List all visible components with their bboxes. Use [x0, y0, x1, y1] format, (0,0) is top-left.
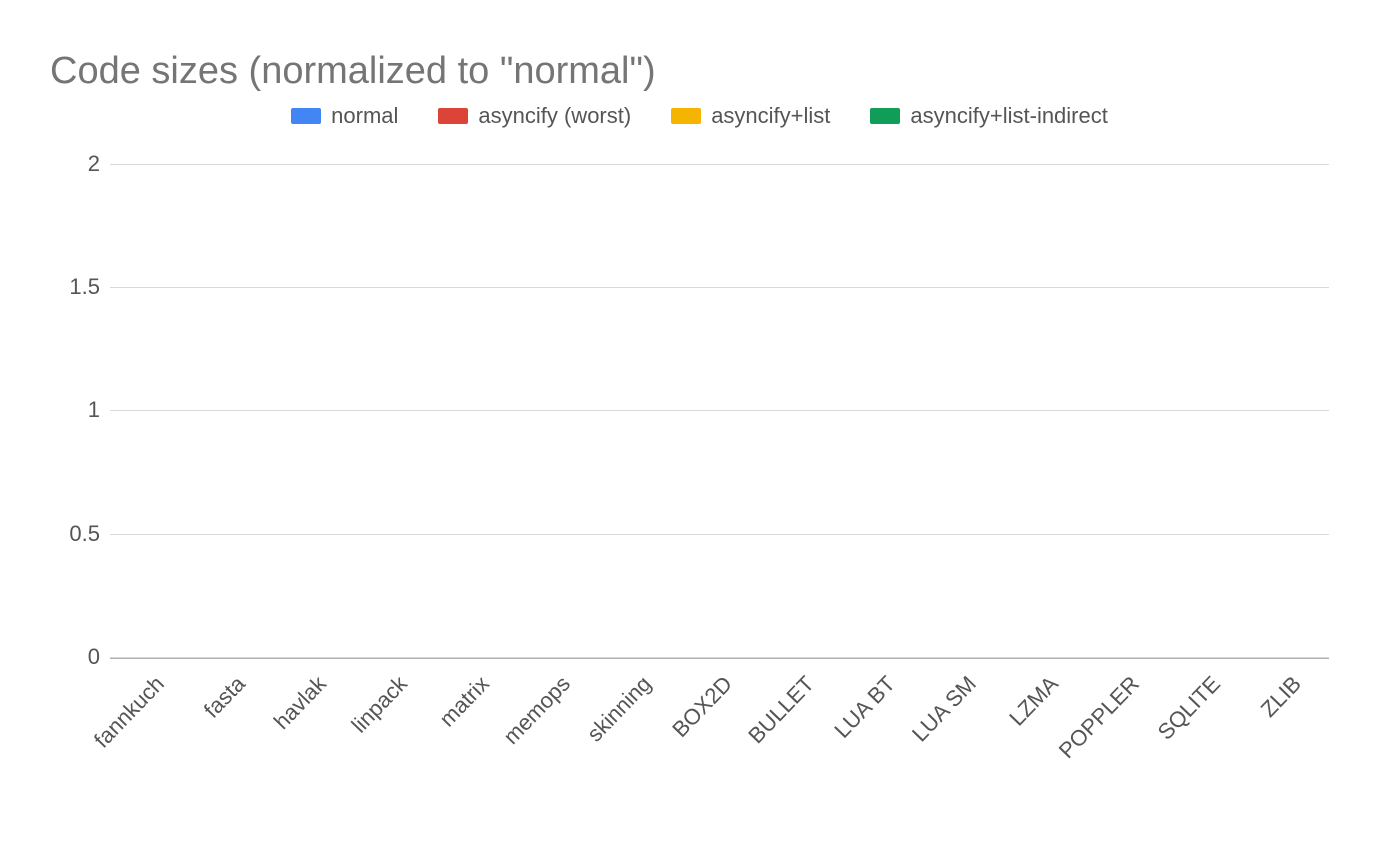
x-tick-label: POPPLER	[1054, 671, 1145, 764]
x-tick-label: LZMA	[1004, 671, 1063, 731]
chart-container: Code sizes (normalized to "normal") norm…	[0, 0, 1379, 852]
x-tick-label: SQLITE	[1153, 671, 1226, 745]
grid-line	[110, 410, 1329, 411]
plot-area: fannkuchfastahavlaklinpackmatrixmemopssk…	[110, 139, 1329, 659]
grid-line	[110, 534, 1329, 535]
legend-label: asyncify (worst)	[478, 103, 631, 129]
x-tick-label: skinning	[582, 671, 657, 747]
legend-swatch	[671, 108, 701, 124]
plot-region: fannkuchfastahavlaklinpackmatrixmemopssk…	[110, 139, 1329, 659]
chart-title: Code sizes (normalized to "normal")	[50, 50, 1359, 93]
y-tick-label: 0.5	[55, 521, 100, 547]
x-tick-label: linpack	[347, 671, 413, 738]
legend-label: asyncify+list-indirect	[910, 103, 1107, 129]
x-tick-label: BOX2D	[668, 671, 739, 743]
legend-label: asyncify+list	[711, 103, 830, 129]
x-tick-label: ZLIB	[1256, 671, 1307, 722]
x-tick-label: havlak	[269, 671, 332, 735]
x-tick-label: LUA SM	[907, 671, 982, 747]
legend-label: normal	[331, 103, 398, 129]
x-tick-label: matrix	[434, 671, 494, 732]
legend-item: asyncify (worst)	[438, 103, 631, 129]
legend-swatch	[870, 108, 900, 124]
grid-line	[110, 164, 1329, 165]
legend-swatch	[438, 108, 468, 124]
legend-item: asyncify+list	[671, 103, 830, 129]
x-tick-label: memops	[498, 671, 575, 750]
grid-line	[110, 287, 1329, 288]
bars-layer	[110, 139, 1329, 657]
y-tick-label: 0	[55, 644, 100, 670]
legend: normal asyncify (worst) asyncify+list async…	[40, 103, 1359, 129]
legend-item: asyncify+list-indirect	[870, 103, 1107, 129]
legend-swatch	[291, 108, 321, 124]
y-tick-label: 1	[55, 397, 100, 423]
x-tick-label: fannkuch	[89, 671, 170, 753]
x-tick-label: BULLET	[743, 671, 819, 749]
y-tick-label: 2	[55, 151, 100, 177]
legend-item: normal	[291, 103, 398, 129]
grid-line	[110, 657, 1329, 658]
x-tick-label: LUA BT	[829, 671, 900, 744]
y-tick-label: 1.5	[55, 274, 100, 300]
x-tick-label: fasta	[199, 671, 251, 723]
